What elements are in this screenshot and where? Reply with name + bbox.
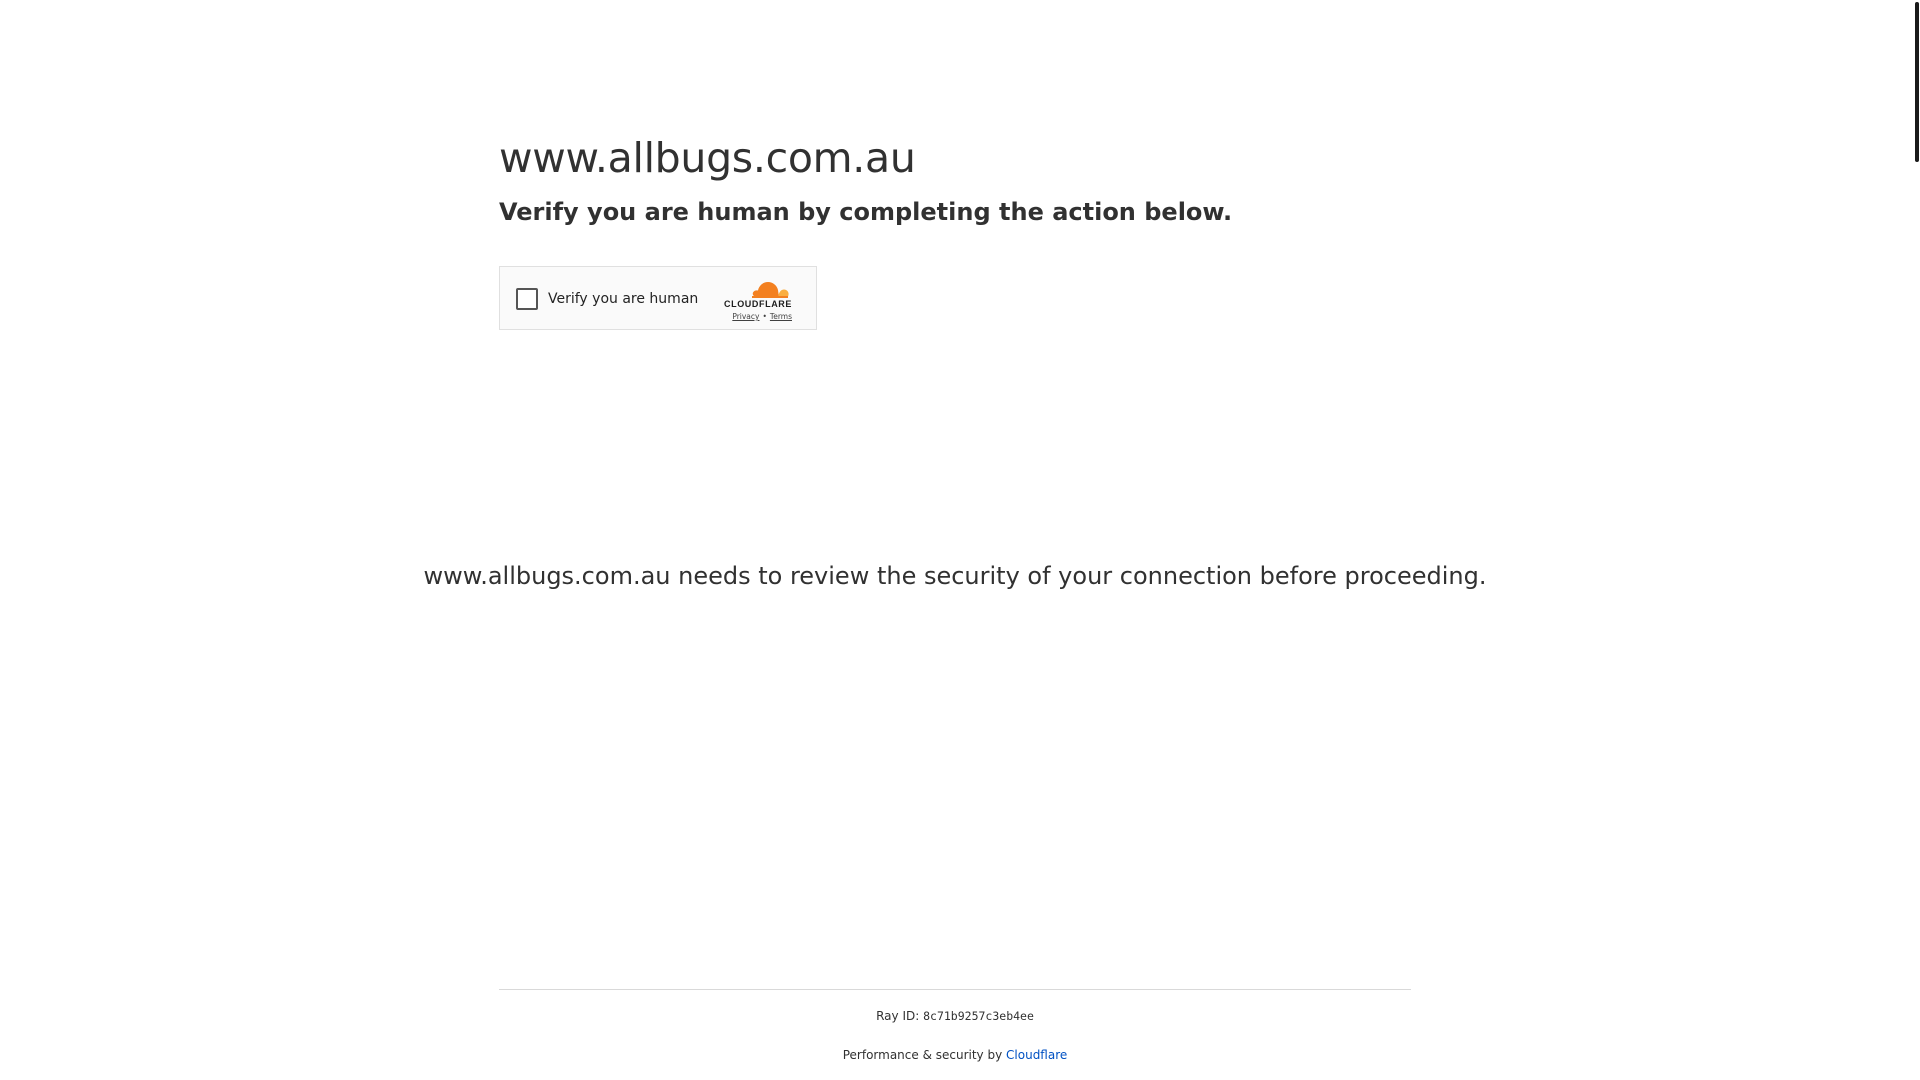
turnstile-widget[interactable]: Verify you are human CLOUDFLARE Privacy •… (499, 266, 817, 330)
challenge-page: www.allbugs.com.au Verify you are human … (0, 0, 1920, 1080)
link-separator: • (762, 312, 767, 321)
verify-label[interactable]: Verify you are human (548, 289, 698, 309)
footer-divider (499, 989, 1411, 990)
widget-links: Privacy • Terms (732, 312, 792, 321)
performance-text: Performance & security by (842, 1048, 1003, 1062)
scrollbar-thumb[interactable] (1915, 2, 1919, 162)
performance-line: Performance & security by Cloudflare (0, 1047, 1910, 1063)
security-review-message: www.allbugs.com.au needs to review the s… (423, 562, 1487, 590)
cloudflare-wordmark: CLOUDFLARE (724, 299, 792, 309)
scrollbar[interactable] (1914, 0, 1920, 1080)
page-title: www.allbugs.com.au (499, 134, 916, 182)
privacy-link[interactable]: Privacy (732, 312, 759, 321)
main-content: www.allbugs.com.au Verify you are human … (499, 130, 1411, 228)
page-subtitle: Verify you are human by completing the a… (499, 198, 1233, 226)
verify-checkbox[interactable] (516, 288, 538, 310)
cloudflare-link[interactable]: Cloudflare (1006, 1048, 1067, 1062)
ray-id-label: Ray ID: (876, 1009, 920, 1023)
ray-id-value: 8c71b9257c3eb4ee (923, 1009, 1034, 1023)
terms-link[interactable]: Terms (770, 312, 792, 321)
cloudflare-brand: CLOUDFLARE Privacy • Terms (716, 279, 792, 321)
cloudflare-cloud-icon (752, 282, 789, 298)
ray-id-line: Ray ID: 8c71b9257c3eb4ee (0, 1008, 1910, 1024)
